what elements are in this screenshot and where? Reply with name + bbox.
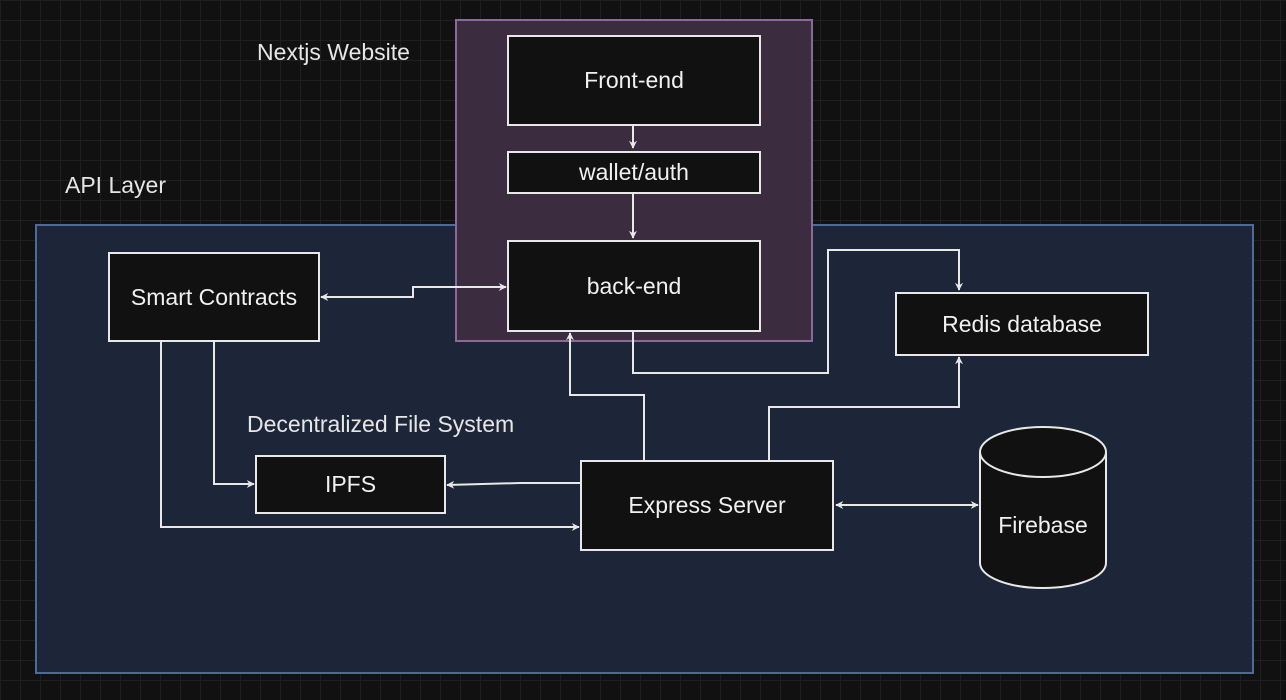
redis-database-node[interactable]: Redis database [895,292,1149,356]
edge-smartcontracts-backend [320,283,507,301]
firebase-cylinder [979,426,1107,589]
edge-smartcontracts-ipfs [213,342,255,488]
frontend-label: Front-end [584,67,684,93]
frontend-node[interactable]: Front-end [507,35,761,126]
edge-express-ipfs [446,480,580,489]
wallet-auth-node[interactable]: wallet/auth [507,151,761,194]
smart-contracts-node[interactable]: Smart Contracts [108,252,320,342]
express-server-label: Express Server [628,492,786,518]
firebase-label[interactable]: Firebase [980,512,1106,539]
wallet-auth-label: wallet/auth [579,159,689,185]
redis-database-label: Redis database [942,310,1102,337]
ipfs-label: IPFS [324,471,377,497]
backend-label: back-end [586,272,682,299]
express-server-node[interactable]: Express Server [580,460,834,551]
smart-contracts-label: Smart Contracts [130,283,298,310]
ipfs-node[interactable]: IPFS [255,455,446,514]
backend-node[interactable]: back-end [507,240,761,332]
